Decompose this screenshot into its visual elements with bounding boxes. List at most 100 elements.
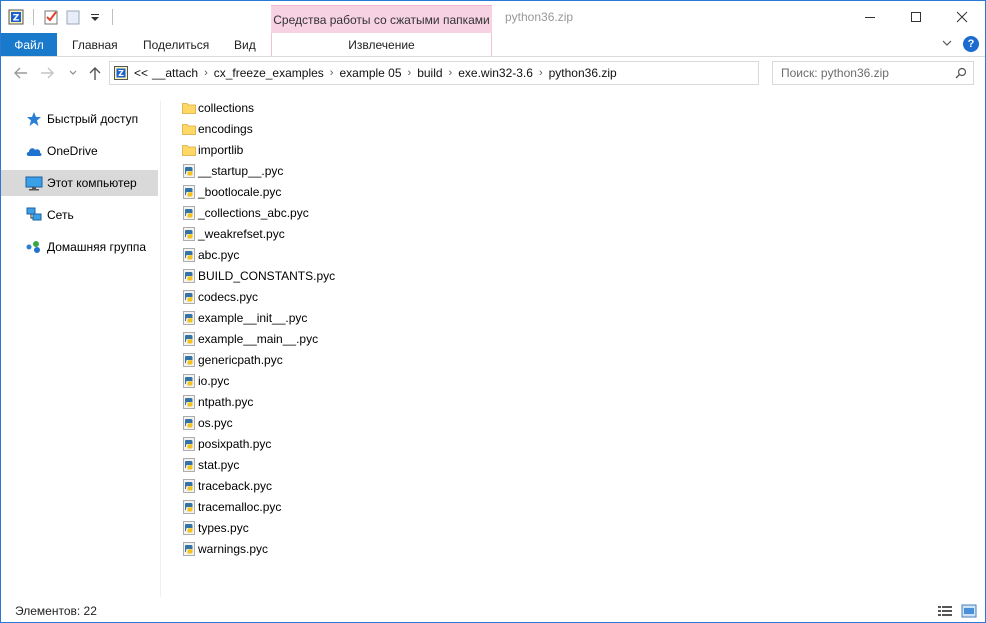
- file-item[interactable]: example__main__.pyc: [177, 328, 577, 349]
- file-item[interactable]: warnings.pyc: [177, 538, 577, 559]
- tab-extract[interactable]: Извлечение: [271, 33, 492, 56]
- file-item[interactable]: BUILD_CONSTANTS.pyc: [177, 265, 577, 286]
- close-button[interactable]: [939, 1, 985, 32]
- file-list: collections encodings importlib __startup__…: [177, 97, 577, 559]
- breadcrumb-item[interactable]: build: [417, 66, 442, 80]
- navigation-bar: Z << __attach › cx_freeze_examples › exa…: [1, 58, 985, 88]
- python-file-icon: [182, 373, 196, 388]
- arrow-up-icon: [89, 67, 101, 80]
- breadcrumb-item[interactable]: python36.zip: [549, 66, 617, 80]
- file-name: codecs.pyc: [198, 289, 259, 304]
- arrow-right-icon: [41, 67, 54, 79]
- arrow-left-icon: [14, 67, 27, 79]
- file-name: _collections_abc.pyc: [198, 205, 309, 220]
- file-name: stat.pyc: [198, 457, 240, 472]
- tab-view[interactable]: Вид: [220, 33, 270, 56]
- tab-share[interactable]: Поделиться: [129, 33, 223, 56]
- star-icon: [25, 111, 43, 127]
- sidebar-item-this-pc[interactable]: Этот компьютер: [1, 170, 158, 196]
- close-icon: [956, 11, 968, 22]
- file-item[interactable]: genericpath.pyc: [177, 349, 577, 370]
- folder-item[interactable]: encodings: [177, 118, 577, 139]
- file-name: os.pyc: [198, 415, 233, 430]
- help-icon[interactable]: ?: [963, 36, 979, 52]
- zip-folder-icon[interactable]: Z: [7, 8, 25, 26]
- sidebar-item-label: Сеть: [47, 208, 74, 222]
- customize-dropdown-icon[interactable]: [86, 8, 104, 26]
- file-name: encodings: [198, 121, 253, 136]
- python-file-icon: [182, 310, 196, 325]
- file-name: example__init__.pyc: [198, 310, 308, 325]
- up-button[interactable]: [85, 64, 105, 82]
- svg-text:Z: Z: [13, 14, 20, 24]
- file-item[interactable]: _bootlocale.pyc: [177, 181, 577, 202]
- file-item[interactable]: __startup__.pyc: [177, 160, 577, 181]
- status-bar: Элементов: 22: [1, 600, 985, 622]
- python-file-icon: [182, 541, 196, 556]
- chevron-right-icon[interactable]: ›: [539, 67, 543, 79]
- folder-item[interactable]: importlib: [177, 139, 577, 160]
- qat-separator: [112, 9, 113, 25]
- sidebar-item-onedrive[interactable]: OneDrive: [1, 138, 158, 164]
- file-item[interactable]: tracemalloc.pyc: [177, 496, 577, 517]
- file-name: example__main__.pyc: [198, 331, 319, 346]
- tab-file-label: Файл: [14, 37, 44, 52]
- file-item[interactable]: example__init__.pyc: [177, 307, 577, 328]
- file-item[interactable]: posixpath.pyc: [177, 433, 577, 454]
- file-name: importlib: [198, 142, 244, 157]
- python-file-icon: [182, 247, 196, 262]
- file-item[interactable]: _weakrefset.pyc: [177, 223, 577, 244]
- file-item[interactable]: io.pyc: [177, 370, 577, 391]
- breadcrumb-overflow[interactable]: <<: [134, 66, 148, 80]
- file-name: ntpath.pyc: [198, 394, 254, 409]
- address-bar[interactable]: Z << __attach › cx_freeze_examples › exa…: [109, 61, 759, 85]
- file-item[interactable]: types.pyc: [177, 517, 577, 538]
- sidebar-item-label: Этот компьютер: [47, 176, 137, 190]
- maximize-button[interactable]: [893, 1, 939, 32]
- breadcrumb-item[interactable]: cx_freeze_examples: [214, 66, 324, 80]
- view-toggle: [937, 603, 977, 619]
- file-item[interactable]: _collections_abc.pyc: [177, 202, 577, 223]
- folder-item[interactable]: collections: [177, 97, 577, 118]
- minimize-button[interactable]: [847, 1, 893, 32]
- compressed-folder-tools-header: Средства работы со сжатыми папками: [271, 5, 492, 33]
- chevron-down-icon: [69, 70, 77, 75]
- chevron-right-icon[interactable]: ›: [330, 67, 334, 79]
- sidebar-item-quick-access[interactable]: Быстрый доступ: [1, 106, 158, 132]
- tab-file[interactable]: Файл: [1, 33, 57, 56]
- file-item[interactable]: stat.pyc: [177, 454, 577, 475]
- tab-home[interactable]: Главная: [58, 33, 132, 56]
- file-item[interactable]: ntpath.pyc: [177, 391, 577, 412]
- details-view-icon[interactable]: [937, 603, 953, 619]
- tab-home-label: Главная: [72, 37, 118, 52]
- navigation-pane: Быстрый доступ OneDrive Этот компьютер С…: [1, 101, 161, 597]
- chevron-right-icon[interactable]: ›: [204, 67, 208, 79]
- chevron-down-icon[interactable]: [941, 37, 953, 52]
- file-item[interactable]: os.pyc: [177, 412, 577, 433]
- tab-share-label: Поделиться: [143, 37, 210, 52]
- breadcrumb-item[interactable]: __attach: [152, 66, 198, 80]
- sidebar-item-label: Домашняя группа: [47, 240, 147, 254]
- chevron-right-icon[interactable]: ›: [408, 67, 412, 79]
- new-folder-icon[interactable]: [64, 8, 82, 26]
- search-icon[interactable]: [955, 67, 967, 79]
- title-bar: Z Средства работы со сжатыми папками pyt…: [1, 1, 985, 33]
- back-button[interactable]: [11, 64, 31, 82]
- file-item[interactable]: codecs.pyc: [177, 286, 577, 307]
- ribbon-tabs: Файл Главная Поделиться Вид Извлечение ?: [1, 33, 985, 57]
- forward-button[interactable]: [37, 64, 57, 82]
- properties-checkmark-icon[interactable]: [42, 8, 60, 26]
- chevron-right-icon[interactable]: ›: [449, 67, 453, 79]
- window-title: python36.zip: [505, 10, 574, 24]
- recent-locations-button[interactable]: [63, 64, 83, 82]
- large-icons-view-icon[interactable]: [961, 603, 977, 619]
- sidebar-item-homegroup[interactable]: Домашняя группа: [1, 234, 158, 260]
- file-item[interactable]: traceback.pyc: [177, 475, 577, 496]
- breadcrumb-item[interactable]: exe.win32-3.6: [458, 66, 533, 80]
- python-file-icon: [182, 415, 196, 430]
- search-input[interactable]: Поиск: python36.zip: [772, 61, 974, 85]
- python-file-icon: [182, 520, 196, 535]
- file-item[interactable]: abc.pyc: [177, 244, 577, 265]
- sidebar-item-network[interactable]: Сеть: [1, 202, 158, 228]
- breadcrumb-item[interactable]: example 05: [339, 66, 401, 80]
